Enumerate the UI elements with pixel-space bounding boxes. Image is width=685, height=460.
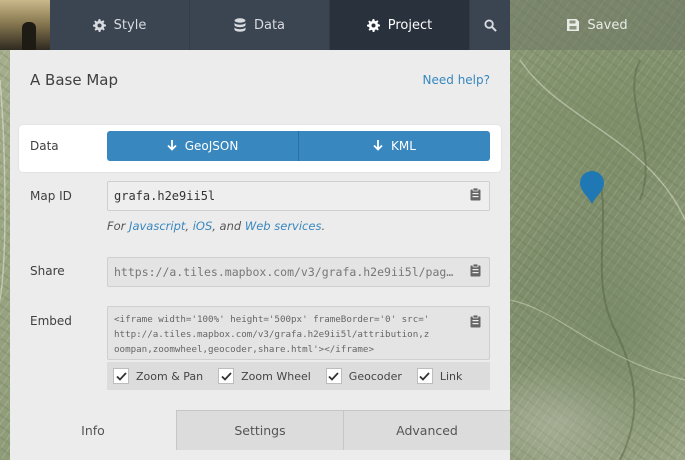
map-id-label: Map ID [30, 189, 72, 203]
sdk-links: For Javascript, iOS, and Web services. [107, 219, 325, 233]
map-marker[interactable] [579, 171, 605, 209]
export-button-group: GeoJSON KML [107, 131, 490, 161]
saved-status[interactable]: Saved [510, 0, 685, 50]
floppy-disk-icon [567, 19, 580, 31]
download-arrow-icon [373, 140, 383, 152]
share-url-field[interactable]: https://a.tiles.mapbox.com/v3/grafa.h2e9… [107, 257, 490, 287]
sdk-links-sep: , [185, 219, 193, 233]
tab-info[interactable]: Info [10, 410, 176, 450]
sdk-links-suffix: . [321, 219, 326, 233]
embed-code-line: <iframe width='100%' height='500px' fram… [114, 314, 430, 325]
share-label: Share [30, 264, 65, 278]
geocoder-checkbox[interactable]: Geocoder [325, 368, 402, 384]
tab-advanced[interactable]: Advanced [343, 410, 510, 450]
checkmark-icon [325, 368, 342, 384]
checkmark-icon [218, 368, 235, 384]
help-link[interactable]: Need help? [423, 73, 490, 87]
sdk-links-sep: , and [212, 219, 245, 233]
saved-label: Saved [587, 17, 628, 33]
tab-project[interactable]: Project [330, 0, 470, 50]
tab-style[interactable]: Style [50, 0, 190, 50]
zoom-pan-checkbox[interactable]: Zoom & Pan [113, 368, 203, 384]
map-id-field[interactable]: grafa.h2e9ii5l [107, 181, 490, 211]
embed-code-line: http://a.tiles.mapbox.com/v3/grafa.h2e9i… [114, 329, 430, 340]
checkmark-icon [416, 368, 433, 384]
tab-project-label: Project [387, 17, 433, 33]
clipboard-icon[interactable] [470, 187, 481, 204]
kml-label: KML [391, 139, 416, 153]
search-icon [483, 18, 497, 32]
geojson-label: GeoJSON [184, 139, 239, 153]
panel-bottom-tabs: Info Settings Advanced [10, 410, 510, 450]
zoom-wheel-checkbox[interactable]: Zoom Wheel [218, 368, 311, 384]
avatar[interactable] [0, 0, 50, 50]
checkmark-icon [113, 368, 129, 384]
embed-code-line: oompan,zoomwheel,geocoder,share.html'></… [114, 344, 374, 355]
embed-label: Embed [30, 314, 72, 328]
tab-style-label: Style [113, 17, 147, 33]
gear-icon [92, 18, 106, 32]
data-export-row: Data GeoJSON KML [19, 125, 501, 172]
sdk-links-prefix: For [107, 219, 130, 233]
geocoder-label: Geocoder [348, 369, 402, 383]
tab-data-label: Data [253, 17, 286, 33]
gear-icon [366, 18, 380, 32]
tab-settings[interactable]: Settings [176, 410, 343, 450]
zoom-pan-label: Zoom & Pan [136, 369, 204, 383]
geojson-download-button[interactable]: GeoJSON [107, 131, 298, 161]
link-checkbox[interactable]: Link [416, 368, 463, 384]
tab-data[interactable]: Data [190, 0, 330, 50]
marker-pin-icon [580, 171, 604, 204]
download-arrow-icon [167, 140, 177, 152]
top-navigation-bar: Style Data Project [0, 0, 510, 50]
page-title: A Base Map [30, 71, 118, 89]
zoom-wheel-label: Zoom Wheel [241, 369, 311, 383]
javascript-link[interactable]: Javascript [129, 219, 185, 233]
embed-code-field[interactable]: <iframe width='100%' height='500px' fram… [107, 306, 490, 360]
clipboard-icon[interactable] [470, 314, 481, 333]
project-panel: A Base Map Need help? Data GeoJSON KML M… [10, 50, 510, 460]
data-label: Data [30, 139, 59, 153]
database-icon [234, 18, 246, 32]
clipboard-icon[interactable] [470, 263, 481, 280]
embed-options: Zoom & Pan Zoom Wheel Geocoder Link [107, 362, 490, 390]
kml-download-button[interactable]: KML [298, 131, 490, 161]
web-services-link[interactable]: Web services [245, 219, 322, 233]
search-button[interactable] [470, 0, 510, 50]
map-id-value: grafa.h2e9ii5l [114, 189, 216, 203]
link-label: Link [439, 369, 463, 383]
ios-link[interactable]: iOS [193, 219, 213, 233]
share-url-value: https://a.tiles.mapbox.com/v3/grafa.h2e9… [114, 265, 454, 279]
